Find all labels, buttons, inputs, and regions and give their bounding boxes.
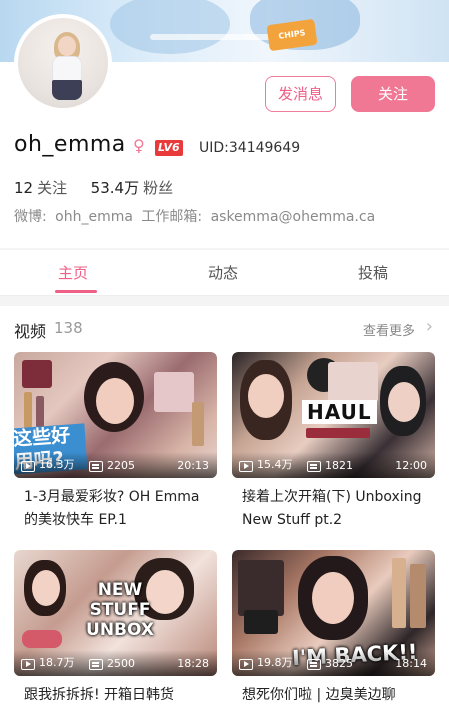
danmaku-count: 3825 — [325, 657, 353, 670]
bio-weibo-label: 微博: — [14, 209, 47, 225]
video-grid: 这些好用吗? 16.3万 2205 20:13 1-3月最爱彩妆? OH Emm… — [0, 340, 449, 711]
followers-label: 粉丝 — [143, 179, 174, 197]
video-duration: 12:00 — [395, 459, 427, 472]
following-label: 关注 — [37, 179, 68, 197]
danmaku-count-icon — [307, 461, 321, 472]
following-count: 12 — [14, 179, 34, 197]
video-card[interactable]: NEW STUFF UNBOX 18.7万 2500 18:28 跟我拆拆拆! … — [14, 550, 217, 711]
chevron-right-icon[interactable]: › — [426, 316, 433, 337]
following-stat[interactable]: 12 关注 — [14, 179, 72, 197]
videos-section-title: 视频 — [14, 322, 47, 341]
tab-uploads[interactable]: 投稿 — [358, 262, 388, 283]
gender-female-icon: ♀ — [133, 136, 145, 155]
video-card[interactable]: 这些好用吗? 16.3万 2205 20:13 1-3月最爱彩妆? OH Emm… — [14, 352, 217, 540]
view-count: 18.7万 — [39, 656, 75, 669]
banner-decoration — [110, 0, 230, 54]
video-title[interactable]: 接着上次开箱(下) Unboxing New Stuff pt.2 — [232, 478, 435, 540]
followers-stat[interactable]: 53.4万 粉丝 — [91, 179, 173, 197]
level-badge: LV6 — [155, 140, 183, 156]
danmaku-count: 1821 — [325, 459, 353, 472]
play-count-icon — [21, 659, 35, 670]
see-more-link[interactable]: 查看更多 — [363, 320, 415, 339]
bio-weibo-value: ohh_emma — [55, 209, 133, 225]
video-duration: 18:28 — [177, 657, 209, 670]
bio-email-value: askemma@ohemma.ca — [210, 209, 376, 225]
tab-home[interactable]: 主页 — [58, 262, 88, 283]
thumbnail-overlay-text: HAUL — [302, 400, 377, 424]
video-thumbnail: HAUL 15.4万 1821 12:00 — [232, 352, 435, 478]
video-duration: 20:13 — [177, 459, 209, 472]
view-count: 19.8万 — [257, 656, 293, 669]
view-count: 16.3万 — [39, 458, 75, 471]
active-tab-indicator — [55, 290, 97, 293]
video-title[interactable]: 想死你们啦 | 边臭美边聊 — [232, 676, 435, 711]
username: oh_emma — [14, 132, 126, 157]
video-title[interactable]: 跟我拆拆拆! 开箱日韩货 — [14, 676, 217, 711]
play-count-icon — [239, 461, 253, 472]
video-thumbnail: NEW STUFF UNBOX 18.7万 2500 18:28 — [14, 550, 217, 676]
play-count-icon — [21, 461, 35, 472]
send-message-button[interactable]: 发消息 — [265, 76, 336, 112]
video-thumbnail: 这些好用吗? 16.3万 2205 20:13 — [14, 352, 217, 478]
thumbnail-overlay-text: NEW STUFF UNBOX — [86, 580, 154, 640]
follow-button[interactable]: 关注 — [351, 76, 435, 112]
profile-bio: 微博: ohh_emma 工作邮箱: askemma@ohemma.ca — [14, 206, 375, 226]
tab-activity[interactable]: 动态 — [208, 262, 238, 283]
profile-tabs: 主页 动态 投稿 — [0, 250, 449, 296]
video-card[interactable]: HAUL 15.4万 1821 12:00 接着上次开箱(下) Unboxing… — [232, 352, 435, 540]
danmaku-count-icon — [89, 659, 103, 670]
video-duration: 18:14 — [395, 657, 427, 670]
avatar[interactable] — [14, 14, 112, 112]
danmaku-count-icon — [307, 659, 321, 670]
video-card[interactable]: I'M BACK!! 19.8万 3825 18:14 想死你们啦 | 边臭美边… — [232, 550, 435, 711]
videos-count: 138 — [54, 319, 83, 337]
followers-count: 53.4万 — [90, 179, 140, 197]
play-count-icon — [239, 659, 253, 670]
danmaku-count: 2205 — [107, 459, 135, 472]
view-count: 15.4万 — [257, 458, 293, 471]
danmaku-count: 2500 — [107, 657, 135, 670]
user-id: UID:34149649 — [199, 140, 301, 156]
profile-stats: 12 关注 53.4万 粉丝 — [14, 177, 173, 198]
bio-email-label: 工作邮箱: — [141, 209, 203, 225]
danmaku-count-icon — [89, 461, 103, 472]
video-title[interactable]: 1-3月最爱彩妆? OH Emma的美妆快车 EP.1 — [14, 478, 217, 540]
video-thumbnail: I'M BACK!! 19.8万 3825 18:14 — [232, 550, 435, 676]
